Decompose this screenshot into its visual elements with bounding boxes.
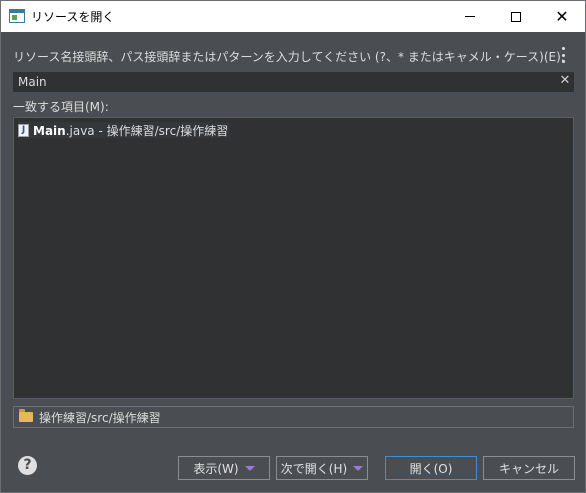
maximize-icon — [511, 11, 521, 22]
maximize-button[interactable] — [493, 1, 539, 32]
help-icon[interactable]: ? — [18, 456, 37, 475]
selected-path-bar: 操作練習/src/操作練習 — [13, 406, 574, 428]
item-extension: .java — [65, 123, 95, 138]
minimize-button[interactable] — [447, 1, 493, 32]
open-button[interactable]: 開く(O) — [385, 456, 477, 480]
title-bar[interactable]: リソースを開く ✕ — [1, 1, 585, 32]
open-label: 開く(O) — [409, 461, 453, 476]
kebab-dot-icon — [561, 60, 565, 63]
open-resource-dialog: リソースを開く ✕ リソース名接頭辞、パス接頭辞またはパターンを入力してください… — [0, 0, 586, 493]
pattern-prompt-label: リソース名接頭辞、パス接頭辞またはパターンを入力してください (?、* またはキ… — [13, 50, 565, 64]
search-input[interactable] — [13, 72, 574, 92]
close-button[interactable]: ✕ — [539, 1, 585, 32]
kebab-dot-icon — [561, 47, 565, 50]
open-with-button[interactable]: 次で開く(H) — [276, 456, 368, 480]
clear-search-icon[interactable]: ✕ — [559, 74, 571, 88]
cancel-label: キャンセル — [498, 461, 559, 476]
item-location: - 操作練習/src/操作練習 — [94, 123, 229, 138]
show-in-button[interactable]: 表示(W) — [178, 456, 270, 480]
selected-path-text: 操作練習/src/操作練習 — [39, 410, 161, 425]
dropdown-caret-icon — [353, 465, 364, 471]
show-in-label: 表示(W) — [193, 461, 239, 476]
list-item[interactable]: J Main.java - 操作練習/src/操作練習 — [18, 122, 230, 138]
open-with-label: 次で開く(H) — [280, 461, 348, 476]
close-icon: ✕ — [555, 6, 569, 26]
item-name: Main — [33, 123, 66, 138]
cancel-button[interactable]: キャンセル — [483, 456, 575, 480]
matching-items-list[interactable]: J Main.java - 操作練習/src/操作練習 — [13, 117, 574, 399]
kebab-dot-icon — [561, 53, 565, 57]
minimize-icon — [465, 16, 475, 17]
view-menu-button[interactable] — [559, 47, 567, 63]
window-title: リソースを開く — [31, 10, 115, 24]
folder-open-icon — [19, 409, 33, 422]
app-window-icon — [9, 9, 25, 23]
matching-items-label: 一致する項目(M): — [13, 100, 109, 114]
java-file-icon: J — [18, 123, 29, 137]
dropdown-caret-icon — [244, 465, 255, 471]
